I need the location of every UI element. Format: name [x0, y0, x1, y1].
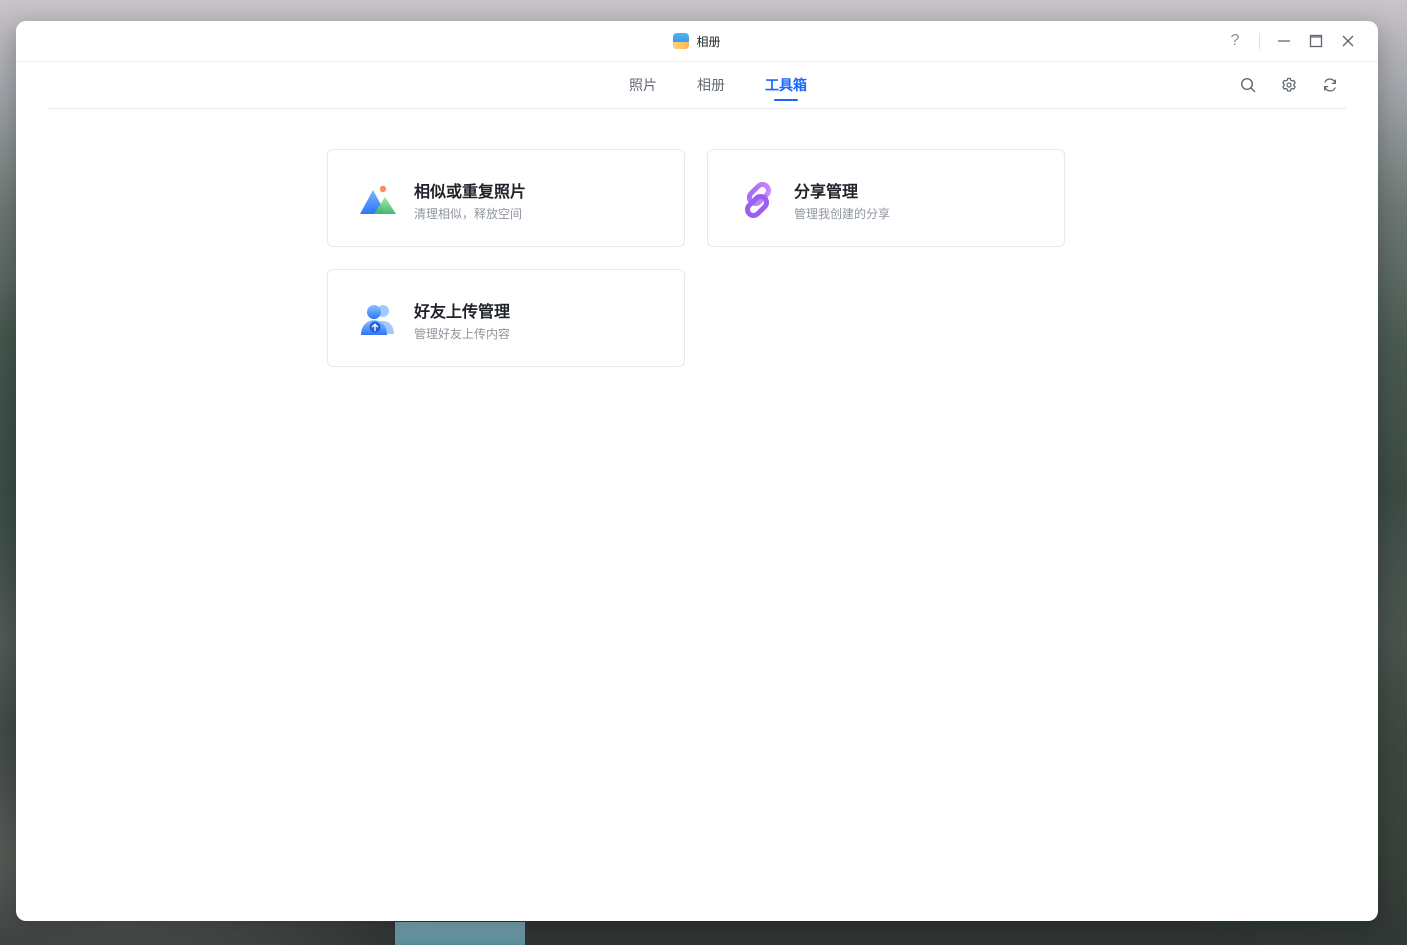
- tool-title: 相似或重复照片: [414, 182, 527, 201]
- tab-photos[interactable]: 照片: [629, 62, 657, 108]
- tool-card-similar-photos[interactable]: 相似或重复照片 清理相似，释放空间: [327, 149, 685, 247]
- friend-upload-icon: [361, 305, 394, 335]
- settings-button[interactable]: [1273, 69, 1305, 101]
- tool-card-friend-upload[interactable]: 好友上传管理 管理好友上传内容: [327, 269, 685, 367]
- minimize-button[interactable]: [1268, 25, 1300, 57]
- tool-title: 分享管理: [794, 182, 859, 201]
- window-title: 相册: [16, 21, 1378, 61]
- tool-card-share-management[interactable]: 分享管理 管理我创建的分享: [707, 149, 1065, 247]
- similar-photos-icon: [360, 185, 396, 214]
- settings-icon: [1282, 77, 1296, 92]
- tool-description: 管理我创建的分享: [794, 207, 891, 221]
- album-app-icon: [673, 33, 690, 49]
- close-button[interactable]: [1332, 25, 1364, 57]
- main-tabs: 照片 相册 工具箱: [48, 62, 1346, 108]
- tool-description: 清理相似，释放空间: [414, 207, 523, 221]
- tool-description: 管理好友上传内容: [414, 327, 511, 341]
- maximize-icon: [1309, 34, 1323, 48]
- header-tools: [1232, 62, 1346, 108]
- close-icon: [1342, 35, 1354, 47]
- controls-divider: [1259, 33, 1260, 49]
- window-controls: ?: [1219, 21, 1364, 61]
- help-icon: ?: [1230, 32, 1240, 49]
- wallpaper-lake: [395, 922, 525, 945]
- link-icon: [744, 181, 772, 219]
- tab-toolbox[interactable]: 工具箱: [765, 62, 807, 108]
- tab-bar: 照片 相册 工具箱: [48, 62, 1346, 109]
- title-bar: 相册 ?: [16, 21, 1378, 62]
- search-button[interactable]: [1232, 69, 1264, 101]
- maximize-button[interactable]: [1300, 25, 1332, 57]
- search-icon: [1240, 77, 1256, 93]
- tool-title: 好友上传管理: [414, 302, 511, 321]
- tab-albums[interactable]: 相册: [697, 62, 725, 108]
- refresh-icon: [1323, 78, 1337, 92]
- minimize-icon: [1278, 40, 1290, 42]
- app-window: 相册 ? 照片 相册 工具箱 相似或重复照片 清理相似，释放空间 分享管理 管理…: [16, 21, 1378, 921]
- refresh-button[interactable]: [1314, 69, 1346, 101]
- help-button[interactable]: ?: [1219, 25, 1251, 57]
- window-title-text: 相册: [696, 34, 721, 49]
